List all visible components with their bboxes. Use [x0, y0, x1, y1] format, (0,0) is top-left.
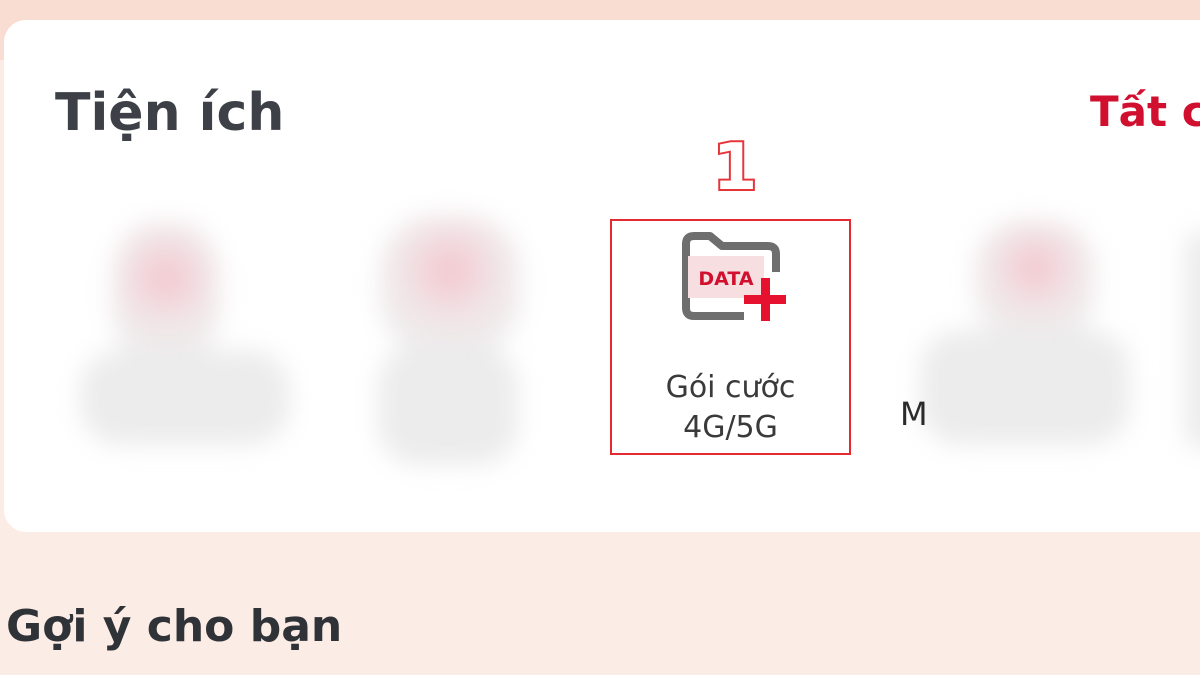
partial-label-glyph: M — [900, 395, 928, 433]
suggestions-title: Gợi ý cho bạn — [6, 601, 343, 652]
utilities-title: Tiện ích — [55, 83, 285, 143]
see-all-link[interactable]: Tất c — [1090, 84, 1200, 140]
step-annotation-number: 1 — [711, 130, 760, 206]
data-package-label-line2: 4G/5G — [683, 410, 778, 445]
data-folder-plus-icon: DATA — [682, 232, 786, 321]
data-package-label-line1: Gói cước — [665, 370, 796, 405]
data-package-label: Gói cước 4G/5G — [612, 368, 849, 448]
svg-text:DATA: DATA — [698, 268, 753, 290]
